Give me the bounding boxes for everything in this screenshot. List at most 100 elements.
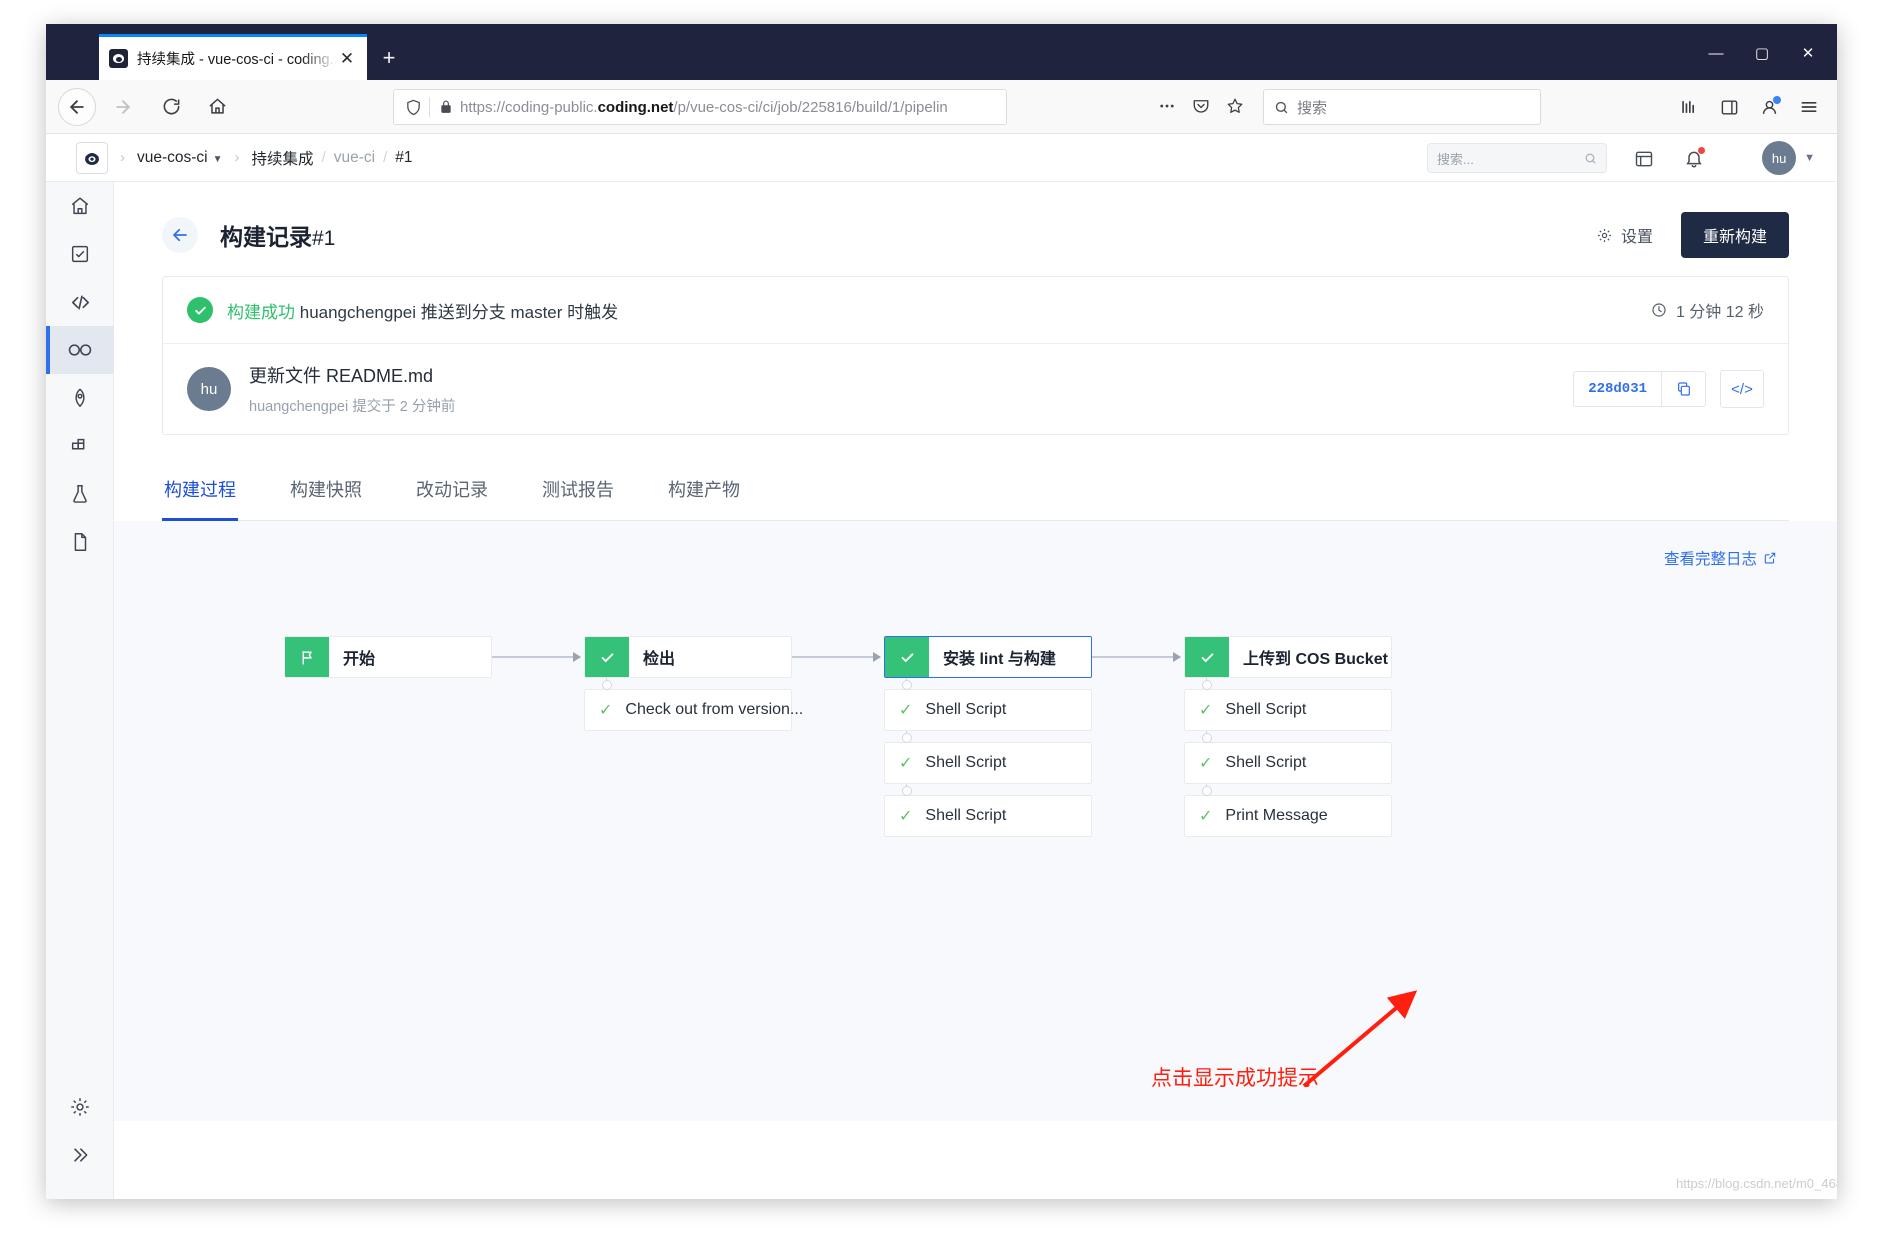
back-icon[interactable] <box>58 87 96 126</box>
stage-steps: ✓ Shell Script ✓ Shell Script ✓ Shell Sc… <box>884 678 1092 837</box>
left-rail <box>46 182 114 1199</box>
tab-build-snapshot[interactable]: 构建快照 <box>288 464 364 521</box>
page-title-main: 构建记录 <box>220 224 312 250</box>
page-title: 构建记录#1 <box>220 218 335 252</box>
breadcrumb-project[interactable]: vue-cos-ci ▼ <box>137 149 223 167</box>
pocket-icon[interactable] <box>1185 89 1217 123</box>
pipeline-stages: 开始 检出 ✓ Check out from version... 安装 lin… <box>284 636 1484 848</box>
back-button[interactable] <box>162 217 198 253</box>
close-icon[interactable]: ✕ <box>337 50 357 67</box>
coding-logo-icon[interactable] <box>76 141 108 174</box>
workspace-icon[interactable] <box>1629 144 1659 174</box>
sidebar-item-ci[interactable] <box>46 326 114 374</box>
sidebar-item-testing[interactable] <box>46 470 114 518</box>
pipeline-step[interactable]: ✓ Shell Script <box>884 678 1092 731</box>
step-label: Shell Script <box>925 701 1007 718</box>
sidebar-item-docs[interactable] <box>46 518 114 566</box>
maximize-icon[interactable]: ▢ <box>1739 38 1785 68</box>
sidebar-item-deploy[interactable] <box>46 374 114 422</box>
tab-test-report[interactable]: 测试报告 <box>540 464 616 521</box>
breadcrumb-separator-2: › <box>234 149 240 166</box>
rebuild-button[interactable]: 重新构建 <box>1680 212 1789 258</box>
library-icon[interactable] <box>1671 89 1707 125</box>
pipeline-step[interactable]: ✓ Shell Script <box>884 784 1092 837</box>
build-duration: 1 分钟 12 秒 <box>1651 298 1764 322</box>
check-icon: ✓ <box>1199 808 1213 825</box>
stage-name: 上传到 COS Bucket <box>1243 651 1388 668</box>
breadcrumb-job[interactable]: vue-ci <box>334 149 375 167</box>
app-search-input[interactable]: 搜索... <box>1427 143 1607 173</box>
step-label: Print Message <box>1225 807 1328 824</box>
breadcrumb-slash-2: / <box>383 149 388 166</box>
forward-icon[interactable] <box>104 88 142 126</box>
pipeline-step[interactable]: ✓ Shell Script <box>1184 731 1392 784</box>
sidebar-item-tasks[interactable] <box>46 230 114 278</box>
user-menu[interactable]: hu ▼ <box>1762 141 1815 175</box>
url-bar[interactable]: https://coding-public.coding.net/p/vue-c… <box>393 89 1007 125</box>
browser-tab[interactable]: 持续集成 - vue-cos-ci - coding... ✕ <box>99 34 367 80</box>
commit-actions: 228d031 </> <box>1573 370 1764 408</box>
commit-message: 更新文件 README.md <box>249 366 434 386</box>
pipeline-step[interactable]: ✓ Shell Script <box>1184 678 1392 731</box>
account-icon[interactable] <box>1751 89 1787 125</box>
app-header: › vue-cos-ci ▼ › 持续集成 / vue-ci / #1 搜索...… <box>46 134 1837 182</box>
reload-icon[interactable] <box>152 88 190 126</box>
copy-icon[interactable] <box>1661 372 1705 406</box>
success-check-icon <box>187 297 213 323</box>
check-icon: ✓ <box>899 755 913 772</box>
pipeline-stage: 安装 lint 与构建 ✓ Shell Script ✓ Shell Scrip… <box>884 636 1184 848</box>
clock-icon <box>1651 302 1667 318</box>
bookmark-star-icon[interactable] <box>1219 89 1251 123</box>
stage-steps: ✓ Shell Script ✓ Shell Script ✓ Print Me… <box>1184 678 1392 837</box>
minimize-icon[interactable]: — <box>1693 38 1739 68</box>
url-domain: coding.net <box>597 98 674 116</box>
stage-name: 开始 <box>343 651 376 668</box>
home-icon[interactable] <box>198 88 236 126</box>
pipeline-step[interactable]: ✓ Shell Script <box>884 731 1092 784</box>
browser-search-input[interactable]: 搜索 <box>1263 89 1541 125</box>
breadcrumb-build[interactable]: #1 <box>395 149 412 167</box>
settings-button[interactable]: 设置 <box>1596 223 1653 247</box>
hamburger-menu-icon[interactable] <box>1791 89 1827 125</box>
url-prefix: https://coding-public. <box>460 98 598 116</box>
sidebar-expand-icon[interactable] <box>46 1131 114 1179</box>
chevron-down-icon: ▼ <box>1804 152 1815 164</box>
pipeline-canvas: 查看完整日志 开始 检出 ✓ Check out from version...… <box>114 521 1837 1121</box>
new-tab-button[interactable]: + <box>376 46 402 72</box>
main-inner: 构建记录#1 设置 重新构建 构建成功 huangchengpei 推送到分支 … <box>114 182 1837 1121</box>
sidebar-toggle-icon[interactable] <box>1711 89 1747 125</box>
notifications-bell-icon[interactable] <box>1679 144 1709 174</box>
sidebar-item-settings[interactable] <box>46 1083 114 1131</box>
tab-artifacts[interactable]: 构建产物 <box>666 464 742 521</box>
pipeline-stage: 开始 <box>284 636 584 848</box>
url-divider <box>429 97 430 117</box>
check-icon: ✓ <box>1199 755 1213 772</box>
breadcrumb-slash-1: / <box>321 149 326 166</box>
stage-connector <box>492 652 581 662</box>
pipeline-step[interactable]: ✓ Print Message <box>1184 784 1392 837</box>
stage-header[interactable]: 开始 <box>284 636 492 678</box>
commit-avatar: hu <box>187 367 231 411</box>
build-summary-card: 构建成功 huangchengpei 推送到分支 master 时触发 1 分钟… <box>162 276 1789 435</box>
window-close-icon[interactable]: ✕ <box>1785 38 1831 68</box>
sidebar-item-artifacts[interactable] <box>46 422 114 470</box>
pipeline-step[interactable]: ✓ Check out from version... <box>584 678 803 731</box>
view-full-logs-link[interactable]: 查看完整日志 <box>1664 547 1777 569</box>
tab-changes[interactable]: 改动记录 <box>414 464 490 521</box>
page-actions-icon[interactable] <box>1151 89 1183 123</box>
sidebar-item-home[interactable] <box>46 182 114 230</box>
stage-steps: ✓ Check out from version... <box>584 678 803 731</box>
lock-icon[interactable] <box>435 99 457 115</box>
stage-header[interactable]: 安装 lint 与构建 <box>884 636 1092 678</box>
stage-header[interactable]: 检出 <box>584 636 792 678</box>
shield-icon[interactable] <box>402 99 424 116</box>
breadcrumb-section[interactable]: 持续集成 <box>252 147 314 169</box>
sidebar-item-code[interactable] <box>46 278 114 326</box>
build-status-label: 构建成功 <box>227 302 295 322</box>
view-code-button[interactable]: </> <box>1720 370 1764 408</box>
commit-info: 更新文件 README.md huangchengpei 提交于 2 分钟前 <box>249 362 455 416</box>
tab-build-process[interactable]: 构建过程 <box>162 464 238 521</box>
stage-header[interactable]: 上传到 COS Bucket <box>1184 636 1392 678</box>
check-icon: ✓ <box>599 702 613 719</box>
commit-sha[interactable]: 228d031 <box>1574 372 1661 406</box>
